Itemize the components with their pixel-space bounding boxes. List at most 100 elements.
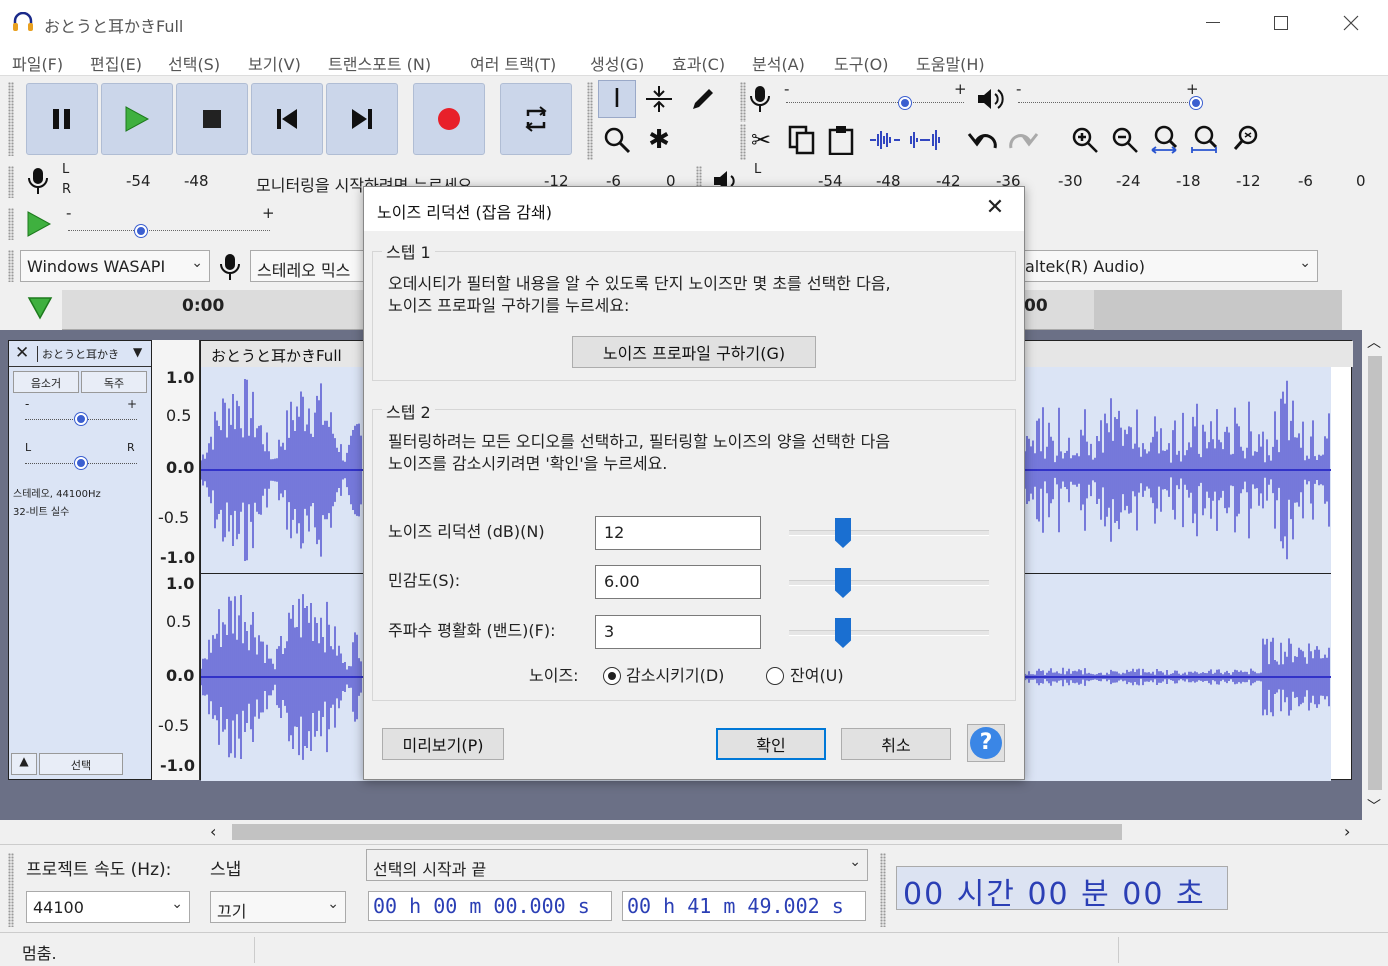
scroll-right-icon[interactable]: › — [1344, 822, 1350, 841]
menu-tools[interactable]: 도구(O) — [834, 51, 889, 75]
project-rate-select[interactable]: 44100 ⌄ — [26, 891, 190, 923]
paste-button[interactable] — [822, 121, 860, 159]
menu-view[interactable]: 보기(V) — [248, 51, 301, 75]
get-noise-profile-button[interactable]: 노이즈 프로파일 구하기(G) — [572, 336, 816, 368]
vertical-scrollbar[interactable]: ︿ ﹀ — [1362, 330, 1388, 820]
noise-reduction-slider[interactable] — [789, 530, 989, 536]
solo-button[interactable]: 독주 — [81, 371, 147, 393]
record-button[interactable] — [413, 83, 485, 155]
silence-button[interactable] — [906, 121, 944, 159]
zoom-in-button[interactable] — [1066, 121, 1104, 159]
zoom-out-button[interactable] — [1106, 121, 1144, 159]
menu-file[interactable]: 파일(F) — [12, 51, 63, 75]
menu-transport[interactable]: 트랜스포트 (N) — [328, 51, 431, 75]
scroll-up-icon[interactable]: ︿ — [1367, 332, 1381, 352]
selection-toolbar-grip[interactable] — [8, 853, 14, 927]
record-meter-grip[interactable] — [8, 166, 14, 198]
draw-tool[interactable] — [684, 80, 722, 118]
play-volume-knob[interactable] — [1190, 97, 1202, 109]
dialog-title: 노이즈 리덕션 (잡음 감쇄) — [377, 203, 552, 222]
play-speed-slider[interactable] — [68, 230, 270, 232]
cancel-button[interactable]: 취소 — [841, 728, 951, 760]
residue-radio-label[interactable]: 잔여(U) — [790, 665, 844, 687]
menu-edit[interactable]: 편집(E) — [90, 51, 142, 75]
mute-button[interactable]: 음소거 — [13, 371, 79, 393]
selection-tool[interactable]: I — [598, 80, 636, 118]
sensitivity-input[interactable]: 6.00 — [595, 565, 761, 599]
selection-end-time[interactable]: 00 h 41 m 49.002 s — [622, 891, 866, 921]
mixer-grip[interactable] — [740, 82, 746, 122]
envelope-tool[interactable] — [640, 80, 678, 118]
time-display[interactable]: 00 시간 00 분 00 초 — [896, 866, 1228, 910]
stop-button[interactable] — [176, 83, 248, 155]
undo-button[interactable] — [964, 121, 1002, 159]
ok-button[interactable]: 확인 — [716, 728, 826, 760]
scroll-left-icon[interactable]: ‹ — [210, 822, 216, 841]
record-volume-slider[interactable] — [786, 102, 964, 104]
record-meter-microphone-icon[interactable] — [26, 166, 50, 196]
reduce-radio-label[interactable]: 감소시키기(D) — [626, 665, 724, 687]
frequency-smoothing-input[interactable]: 3 — [595, 615, 761, 649]
zoom-tool[interactable] — [598, 121, 636, 159]
pause-button[interactable] — [26, 83, 98, 155]
preview-button[interactable]: 미리보기(P) — [382, 728, 504, 760]
redo-button[interactable] — [1004, 121, 1042, 159]
horizontal-scroll-thumb[interactable] — [232, 824, 1122, 840]
menu-help[interactable]: 도움말(H) — [916, 51, 985, 75]
menu-generate[interactable]: 생성(G) — [590, 51, 644, 75]
horizontal-scrollbar[interactable]: ‹ › — [200, 820, 1388, 844]
close-track-icon[interactable]: ✕ — [15, 343, 29, 363]
maximize-button[interactable] — [1258, 8, 1304, 38]
loop-button[interactable] — [500, 83, 572, 155]
menu-tracks[interactable]: 여러 트랙(T) — [470, 51, 556, 75]
menu-analyze[interactable]: 분석(A) — [752, 51, 805, 75]
dialog-close-button[interactable]: ✕ — [980, 195, 1010, 225]
selection-start-time[interactable]: 00 h 00 m 00.000 s — [368, 891, 612, 921]
minimize-button[interactable] — [1190, 8, 1236, 38]
chevron-down-icon: ⌄ — [327, 896, 339, 912]
skip-start-button[interactable] — [251, 83, 323, 155]
device-grip[interactable] — [8, 250, 14, 282]
vertical-scroll-thumb[interactable] — [1368, 356, 1382, 790]
timeline-pin-icon[interactable] — [26, 294, 54, 322]
play-speed-knob[interactable] — [134, 225, 147, 237]
zoom-toggle-button[interactable] — [1228, 121, 1266, 159]
audio-host-select[interactable]: Windows WASAPI ⌄ — [20, 250, 210, 282]
fit-project-button[interactable] — [1186, 121, 1224, 159]
time-toolbar-grip[interactable] — [880, 853, 886, 927]
playback-device-select[interactable]: altek(R) Audio) ⌄ — [1018, 250, 1318, 282]
frequency-smoothing-slider[interactable] — [789, 630, 989, 636]
menu-effect[interactable]: 효과(C) — [672, 51, 725, 75]
residue-radio[interactable] — [766, 667, 784, 685]
play-volume-slider[interactable] — [1018, 102, 1196, 104]
trim-button[interactable] — [866, 121, 904, 159]
copy-button[interactable] — [782, 121, 820, 159]
play-button[interactable] — [101, 83, 173, 155]
gain-knob[interactable] — [75, 413, 87, 425]
help-button[interactable]: ? — [967, 724, 1005, 762]
close-button[interactable] — [1328, 8, 1374, 38]
multi-tool[interactable]: ✱ — [640, 121, 678, 159]
selection-mode-select[interactable]: 선택의 시작과 끝 ⌄ — [366, 849, 868, 881]
menu-select[interactable]: 선택(S) — [168, 51, 220, 75]
microphone-icon — [750, 86, 770, 112]
toolbar-grip[interactable] — [8, 82, 14, 156]
track-menu-arrow-icon[interactable]: ▼ — [133, 345, 142, 359]
tools-grip[interactable] — [587, 82, 593, 160]
select-track-button[interactable]: 선택 — [39, 753, 123, 775]
scroll-down-icon[interactable]: ﹀ — [1367, 796, 1381, 816]
skip-end-button[interactable] — [326, 83, 398, 155]
pan-knob[interactable] — [75, 457, 87, 469]
play-tick: -12 — [1236, 172, 1261, 190]
reduce-radio[interactable] — [603, 667, 621, 685]
clip-name[interactable]: おとうと耳かきFull — [211, 345, 342, 366]
noise-reduction-input[interactable]: 12 — [595, 516, 761, 550]
cut-button[interactable]: ✂ — [742, 121, 780, 159]
record-device-select[interactable]: 스테레오 믹스 — [250, 250, 370, 282]
snap-select[interactable]: 끄기 ⌄ — [210, 891, 346, 923]
collapse-track-button[interactable]: ▲ — [11, 753, 37, 775]
play-at-speed-icon[interactable] — [26, 210, 52, 238]
play-speed-grip[interactable] — [8, 208, 14, 240]
sensitivity-slider[interactable] — [789, 580, 989, 586]
fit-selection-button[interactable] — [1146, 121, 1184, 159]
